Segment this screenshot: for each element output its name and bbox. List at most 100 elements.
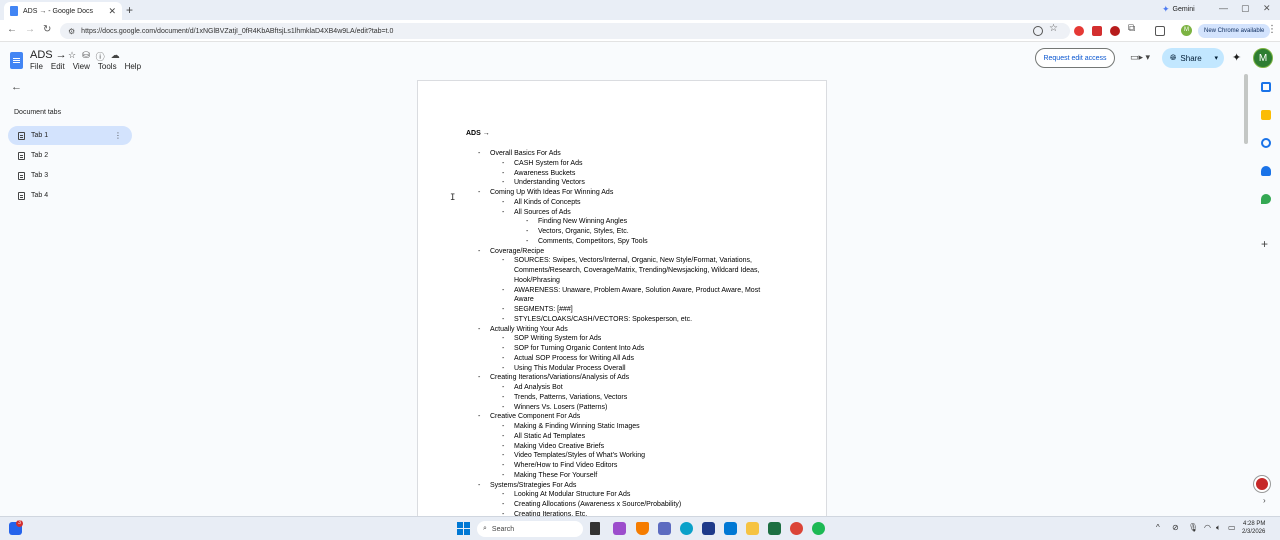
menu-edit[interactable]: Edit xyxy=(51,62,65,71)
close-outline-arrow-icon[interactable]: ← xyxy=(11,81,22,93)
forward-icon[interactable]: → xyxy=(25,24,35,35)
battery-icon[interactable]: ▭ xyxy=(1228,523,1236,532)
address-bar[interactable]: ⚙ https://docs.google.com/document/d/1xN… xyxy=(60,23,1070,39)
taskbar-search-label: Search xyxy=(491,525,515,533)
browser-tab[interactable]: ADS → - Google Docs ✕ xyxy=(4,2,122,20)
store-icon[interactable] xyxy=(702,522,715,535)
tray-camera-icon[interactable]: ⊘ xyxy=(1172,523,1179,532)
tab-options-icon[interactable]: ⋮ xyxy=(114,131,132,140)
excel-icon[interactable] xyxy=(768,522,781,535)
google-docs-logo-icon[interactable] xyxy=(10,52,23,69)
outline-item-text: Trends, Patterns, Variations, Vectors xyxy=(514,393,628,401)
new-tab-button[interactable]: + xyxy=(126,3,133,17)
tasks-icon[interactable] xyxy=(1261,138,1271,148)
restore-window-icon[interactable]: ▢ xyxy=(1241,3,1250,14)
volume-icon[interactable]: 🔈︎ xyxy=(1216,523,1221,533)
cloud-sync-icon[interactable] xyxy=(1033,26,1043,36)
menu-file[interactable]: File xyxy=(30,62,43,71)
tray-chevron-up-icon[interactable]: ^ xyxy=(1156,523,1160,532)
menu-help[interactable]: Help xyxy=(125,62,141,71)
gemini-docs-spark-icon[interactable]: ✦ xyxy=(1232,51,1241,64)
back-icon[interactable]: ← xyxy=(7,24,17,35)
account-avatar[interactable]: M xyxy=(1253,48,1273,68)
outline-item-level-2: - All Static Ad Templates xyxy=(478,432,778,442)
bullet-dash-icon: - xyxy=(502,423,505,430)
outline-item-text: SEGMENTS: [###] xyxy=(514,306,573,313)
outlook-icon[interactable] xyxy=(724,522,737,535)
add-addon-icon[interactable]: + xyxy=(1261,237,1268,251)
outline-item-text: Systems/Strategies For Ads xyxy=(490,481,577,489)
copilot-icon[interactable] xyxy=(613,522,626,535)
taskbar-search[interactable]: ⌕ Search xyxy=(477,521,583,537)
spotify-icon[interactable] xyxy=(812,522,825,535)
outline-item-text: Where/How to Find Video Editors xyxy=(514,462,618,469)
doc-tab-1[interactable]: Tab 1 ⋮ xyxy=(8,126,132,145)
tab-doc-icon xyxy=(18,151,25,160)
reload-icon[interactable]: ↻ xyxy=(43,24,51,35)
request-edit-access-button[interactable]: Request edit access xyxy=(1035,48,1115,68)
document-page[interactable]: ADS → - Overall Basics For Ads - CASH Syste… xyxy=(417,80,827,520)
document-title[interactable]: ADS → xyxy=(30,49,67,61)
outline-item-text: CASH System for Ads xyxy=(514,159,583,167)
search-icon: ⌕ xyxy=(483,525,487,532)
outline-item-level-2: - STYLES/CLOAKS/CASH/VECTORS: Spokesperso… xyxy=(478,315,778,325)
chrome-menu-icon[interactable]: ⋮ xyxy=(1267,24,1277,35)
document-scrollbar[interactable] xyxy=(1244,74,1248,144)
outline-item-text: Creating Allocations (Awareness x Source… xyxy=(514,501,682,508)
share-button[interactable]: 🌐︎ Share ▾ xyxy=(1162,48,1224,68)
cast-icon[interactable] xyxy=(1155,26,1165,36)
new-chrome-available-button[interactable]: New Chrome available xyxy=(1198,24,1271,38)
bullet-dash-icon: - xyxy=(502,462,505,469)
chrome-icon[interactable] xyxy=(790,522,803,535)
menu-tools[interactable]: Tools xyxy=(98,62,117,71)
outline-item-level-2: - CASH System for Ads xyxy=(478,159,778,169)
file-explorer-icon[interactable] xyxy=(746,522,759,535)
clock-date: 2/3/2026 xyxy=(1242,529,1266,535)
extension-record-icon[interactable] xyxy=(1110,26,1120,36)
start-button[interactable] xyxy=(457,522,470,535)
edge-icon[interactable] xyxy=(680,522,693,535)
bullet-dash-icon: - xyxy=(502,442,505,450)
meet-video-icon[interactable]: ▭▸ ▾ xyxy=(1130,52,1150,63)
gemini-label: Gemini xyxy=(1172,6,1195,13)
extension-video-icon[interactable] xyxy=(1092,26,1102,36)
maps-icon[interactable] xyxy=(1261,194,1271,204)
bullet-dash-icon: - xyxy=(502,393,505,401)
outline-item-level-2: - All Sources of Ads xyxy=(478,208,778,218)
tab-doc-icon xyxy=(18,191,25,200)
browser-profile-avatar[interactable]: M xyxy=(1181,25,1192,36)
extensions-puzzle-icon[interactable]: ⧉ xyxy=(1128,23,1135,34)
system-clock[interactable]: 4:28 PM 2/3/2026 xyxy=(1242,520,1265,536)
floating-widget-icon[interactable] xyxy=(1254,476,1270,492)
outline-item-text: All Static Ad Templates xyxy=(514,432,586,440)
contacts-icon[interactable] xyxy=(1261,166,1271,176)
gemini-button[interactable]: ✦ Gemini xyxy=(1162,4,1195,15)
outline-item-text: Overall Basics For Ads xyxy=(490,150,561,157)
bullet-dash-icon: - xyxy=(502,471,505,479)
close-window-icon[interactable]: ✕ xyxy=(1263,3,1271,14)
doc-tab-2[interactable]: Tab 2 xyxy=(8,146,132,165)
file-app-icon[interactable] xyxy=(590,522,600,535)
bullet-dash-icon: - xyxy=(526,237,529,245)
wifi-icon[interactable]: ◠ xyxy=(1204,523,1211,532)
chevron-right-icon[interactable]: › xyxy=(1263,496,1266,505)
outline-item-level-1: - Coverage/Recipe xyxy=(478,247,778,257)
close-tab-icon[interactable]: ✕ xyxy=(108,6,116,17)
doc-tab-3[interactable]: Tab 3 xyxy=(8,166,132,185)
doc-tab-4[interactable]: Tab 4 xyxy=(8,186,132,205)
teams-icon[interactable] xyxy=(658,522,671,535)
chevron-down-icon[interactable]: ▾ xyxy=(1214,54,1224,62)
vlc-icon[interactable] xyxy=(636,522,649,535)
microphone-icon[interactable]: 🎙︎ xyxy=(1188,523,1198,532)
extension-adblock-icon[interactable] xyxy=(1074,26,1084,36)
keep-icon[interactable] xyxy=(1261,110,1271,120)
bullet-dash-icon: - xyxy=(478,374,481,382)
bookmark-star-icon[interactable]: ☆ xyxy=(1049,23,1058,34)
outline-item-level-2: - SEGMENTS: [###] xyxy=(478,305,778,315)
outline-item-text: Looking At Modular Structure For Ads xyxy=(514,491,631,499)
calendar-icon[interactable] xyxy=(1261,82,1271,92)
outline-item-level-2: - Trends, Patterns, Variations, Vectors xyxy=(478,393,778,403)
menu-view[interactable]: View xyxy=(73,62,90,71)
site-info-icon[interactable]: ⚙ xyxy=(68,27,75,36)
minimize-window-icon[interactable]: — xyxy=(1219,3,1228,13)
